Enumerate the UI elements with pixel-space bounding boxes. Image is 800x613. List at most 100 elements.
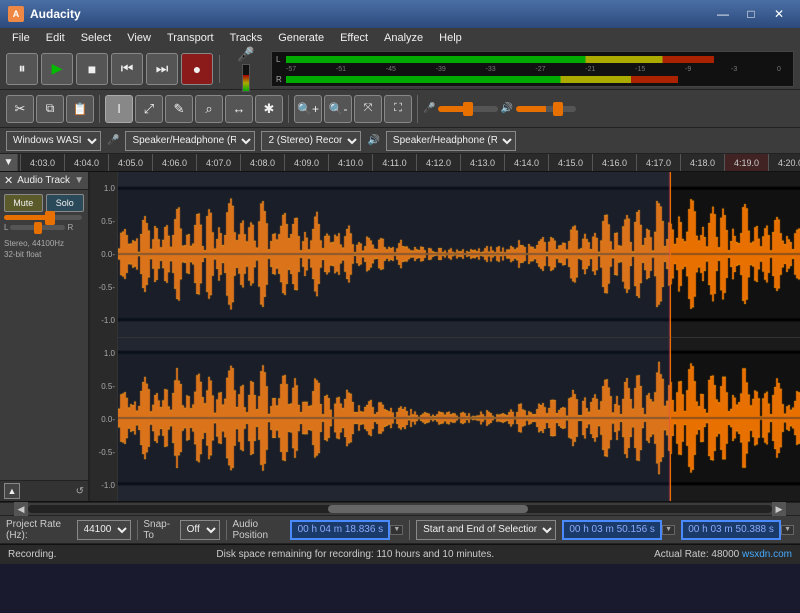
selection-mode-select[interactable]: Start and End of Selection — [416, 520, 556, 540]
audio-position-label: Audio Position — [232, 519, 284, 541]
track-menu-icon[interactable]: ▼ — [74, 175, 84, 186]
track-pan-slider[interactable] — [10, 225, 65, 230]
timeline-ruler: ▼ 4:03.0 4:04.0 4:05.0 4:06.0 4:07.0 4:0… — [0, 154, 800, 172]
audio-pos-down[interactable]: ▼ — [390, 525, 403, 535]
record-button[interactable]: ● — [181, 53, 213, 85]
status-left: Recording. — [8, 549, 56, 560]
app-icon: A — [8, 6, 24, 22]
ruler-mark-4: 4:06.0 — [152, 154, 196, 172]
zoom-fit-button[interactable]: ⤧ — [354, 95, 382, 123]
horizontal-scrollbar: ◀ ▶ — [0, 502, 800, 516]
stop-button[interactable]: ■ — [76, 53, 108, 85]
ruler-mark-8: 4:10.0 — [328, 154, 372, 172]
meter-num-8: -15 — [635, 66, 645, 74]
menu-analyze[interactable]: Analyze — [376, 28, 431, 48]
bt-sep3 — [409, 520, 410, 540]
track-info: Stereo, 44100Hz32-bit float — [0, 236, 88, 262]
menu-effect[interactable]: Effect — [332, 28, 376, 48]
meter-mic-icon: 🎤 — [237, 46, 254, 63]
tool-zoom[interactable]: ⌕ — [195, 95, 223, 123]
sel-end-down[interactable]: ▼ — [781, 525, 794, 535]
selection-start-input[interactable] — [562, 520, 662, 540]
tool-cut[interactable]: ✂ — [6, 95, 34, 123]
meter-num-4: -39 — [436, 66, 446, 74]
output-volume-slider[interactable] — [516, 106, 576, 112]
playhead-line — [670, 172, 671, 501]
ruler: 4:03.0 4:04.0 4:05.0 4:06.0 4:07.0 4:08.… — [18, 154, 800, 172]
ruler-mark-17: 4:19.0 — [724, 154, 768, 172]
project-rate-select[interactable]: 44100 — [77, 520, 131, 540]
output-device-select[interactable]: Speaker/Headphone (Realt — [386, 131, 516, 151]
meter-num-6: -27 — [535, 66, 545, 74]
menu-help[interactable]: Help — [431, 28, 470, 48]
tool-select[interactable]: I — [105, 95, 133, 123]
speaker-icon: 🔊 — [500, 103, 512, 114]
ruler-mark-5: 4:07.0 — [196, 154, 240, 172]
bt-sep2 — [226, 520, 227, 540]
scroll-thumb[interactable] — [328, 505, 528, 513]
zoom-reset-button[interactable]: ⛶ — [384, 95, 412, 123]
scroll-left-button[interactable]: ◀ — [14, 502, 28, 516]
menu-transport[interactable]: Transport — [159, 28, 222, 48]
bt-sep1 — [137, 520, 138, 540]
tools-toolbar: ✂ ⧉ 📋 I ⤢ ✎ ⌕ ↔ ✱ 🔍+ 🔍- ⤧ ⛶ 🎤 🔊 — [0, 90, 800, 128]
status-center: Disk space remaining for recording: 110 … — [216, 549, 494, 560]
tb2-sep2 — [288, 95, 289, 123]
scroll-right-button[interactable]: ▶ — [772, 502, 786, 516]
scroll-track[interactable] — [28, 505, 772, 513]
waveform-area[interactable]: 1.0 0.5- 0.0- -0.5- -1.0 1.0 0.5- 0.0- -… — [90, 172, 800, 501]
meter-num-3: -45 — [386, 66, 396, 74]
solo-button[interactable]: Solo — [46, 194, 85, 212]
track-volume-slider[interactable] — [4, 215, 82, 220]
titlebar: A Audacity — □ ✕ — [0, 0, 800, 28]
ruler-mark-3: 4:05.0 — [108, 154, 152, 172]
meter-num-10: -3 — [731, 66, 737, 74]
pause-button[interactable]: ⏸ — [6, 53, 38, 85]
transport-toolbar: ⏸ ▶ ■ ⏮ ⏭ ● 🎤 L -57 -51 -45 -39 -33 -27 … — [0, 48, 800, 90]
project-rate-label: Project Rate (Hz): — [6, 519, 71, 541]
zoom-in-button[interactable]: 🔍+ — [294, 95, 322, 123]
prev-button[interactable]: ⏮ — [111, 53, 143, 85]
ruler-mark-2: 4:04.0 — [64, 154, 108, 172]
tool-envelope[interactable]: ⤢ — [135, 95, 163, 123]
track-expand-button[interactable]: ▲ — [4, 483, 20, 499]
meter-num-11: 0 — [777, 66, 781, 74]
channels-select[interactable]: 2 (Stereo) Recor — [261, 131, 361, 151]
menu-view[interactable]: View — [119, 28, 159, 48]
level-meter-display[interactable]: L -57 -51 -45 -39 -33 -27 -21 -15 -9 -3 … — [271, 51, 794, 87]
tool-paste[interactable]: 📋 — [66, 95, 94, 123]
input-volume-slider[interactable] — [438, 106, 498, 112]
menu-select[interactable]: Select — [73, 28, 120, 48]
api-select[interactable]: Windows WASI — [6, 131, 101, 151]
title-text: Audacity — [30, 7, 710, 21]
track-close-button[interactable]: ✕ — [4, 174, 13, 187]
menu-generate[interactable]: Generate — [270, 28, 332, 48]
speaker-device-icon: 🔊 — [367, 135, 379, 146]
play-button[interactable]: ▶ — [41, 53, 73, 85]
menu-file[interactable]: File — [4, 28, 38, 48]
tool-pencil[interactable]: ✎ — [165, 95, 193, 123]
minimize-button[interactable]: — — [710, 4, 736, 24]
timeline-arrow[interactable]: ▼ — [0, 154, 18, 172]
close-button[interactable]: ✕ — [766, 4, 792, 24]
maximize-button[interactable]: □ — [738, 4, 764, 24]
ruler-mark-6: 4:08.0 — [240, 154, 284, 172]
menu-edit[interactable]: Edit — [38, 28, 73, 48]
audio-position-input[interactable] — [290, 520, 390, 540]
mute-button[interactable]: Mute — [4, 194, 43, 212]
ruler-mark-13: 4:15.0 — [548, 154, 592, 172]
meter-L-label: L — [276, 55, 284, 64]
sel-start-down[interactable]: ▼ — [662, 525, 675, 535]
tool-multi[interactable]: ✱ — [255, 95, 283, 123]
tb2-sep3 — [417, 95, 418, 123]
zoom-out-button[interactable]: 🔍- — [324, 95, 352, 123]
device-toolbar: Windows WASI 🎤 Speaker/Headphone (Realt … — [0, 128, 800, 154]
next-button[interactable]: ⏭ — [146, 53, 178, 85]
tb2-sep1 — [99, 95, 100, 123]
tool-copy[interactable]: ⧉ — [36, 95, 64, 123]
input-device-select[interactable]: Speaker/Headphone (Realt — [125, 131, 255, 151]
tool-timeshift[interactable]: ↔ — [225, 95, 253, 123]
snap-to-select[interactable]: Off — [180, 520, 220, 540]
selection-end-input[interactable] — [681, 520, 781, 540]
meter-num-7: -21 — [585, 66, 595, 74]
